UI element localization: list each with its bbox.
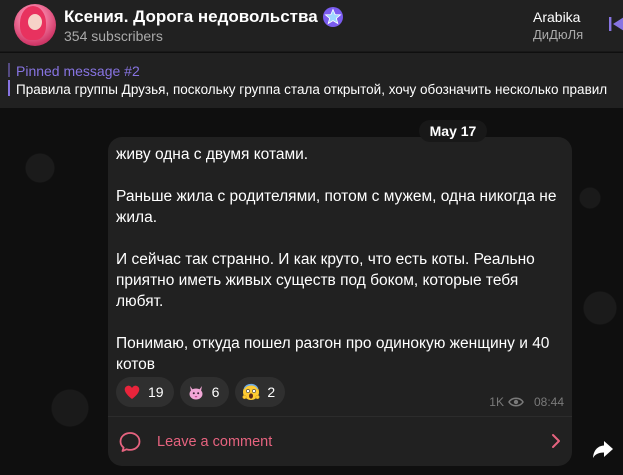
reaction-count: 2 [267,384,276,400]
chat-header: Ксения. Дорога недовольства 354 subscrib… [0,0,623,52]
forward-icon[interactable] [590,436,616,462]
pinned-indicator-active [8,80,10,96]
star-badge-icon [322,7,343,27]
message-text: живу одна с двумя котами. Раньше жила с … [116,144,564,375]
audio-artist: ДиДюЛя [533,27,584,42]
reaction-count: 6 [211,384,220,400]
reaction-count: 19 [148,384,164,400]
message-paragraph: живу одна с двумя котами. [116,146,309,163]
comment-icon [119,432,141,452]
leave-comment-label: Leave a comment [157,434,273,450]
audio-play-icon[interactable] [606,14,623,34]
message-paragraph: И сейчас так странно. И как круто, что е… [116,251,535,310]
reactions: 19 6 2 [116,377,286,407]
message-bubble[interactable]: живу одна с двумя котами. Раньше жила с … [108,137,572,466]
avatar[interactable] [14,4,56,46]
pinned-label: Pinned message #2 [16,63,140,79]
message-paragraph: Раньше жила с родителями, потом с мужем,… [116,188,557,226]
scream-icon [242,383,260,400]
message-meta: 1K 08:44 [489,395,564,409]
chevron-right-icon [552,434,560,448]
message-paragraph: Понимаю, откуда пошел разгон про одиноку… [116,335,550,373]
pinned-indicator [8,63,10,77]
reaction-scream[interactable]: 2 [235,377,286,407]
view-count: 1K [489,395,504,409]
reaction-cat[interactable]: 6 [179,377,230,407]
audio-title: Arabika [533,9,581,25]
date-chip: May 17 [419,120,487,142]
channel-title[interactable]: Ксения. Дорога недовольства [64,6,344,28]
heart-icon [124,385,140,399]
audio-player-info[interactable]: Arabika ДиДюЛя [533,8,583,44]
leave-comment-button[interactable]: Leave a comment [108,416,572,466]
channel-title-text: Ксения. Дорога недовольства [64,7,318,26]
message-time: 08:44 [533,395,564,409]
pinned-text: Правила группы Друзья, поскольку группа … [16,82,608,97]
eye-icon [508,397,524,407]
pinned-message[interactable]: Pinned message #2 Правила группы Друзья,… [0,53,623,108]
cat-icon [189,386,203,400]
reaction-heart[interactable]: 19 [116,377,174,407]
subscriber-count: 354 subscribers [64,28,163,44]
